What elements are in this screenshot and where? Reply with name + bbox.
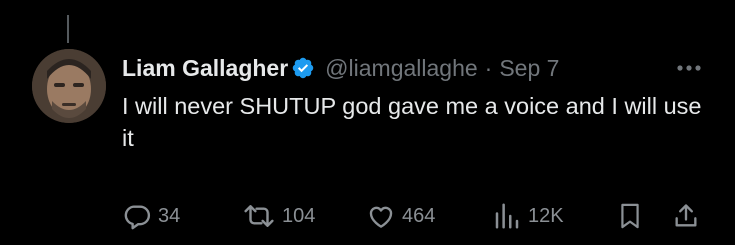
views-count: 12K (528, 204, 564, 227)
separator-dot: · (484, 55, 493, 81)
bookmark-icon (616, 201, 644, 231)
reply-icon (122, 201, 152, 231)
tweet[interactable]: Liam Gallagher @liamgallaghe · Sep 7 I w… (0, 0, 735, 245)
thread-connector-line (67, 15, 69, 43)
avatar[interactable] (32, 49, 106, 123)
tweet-date[interactable]: Sep 7 (499, 52, 559, 84)
repost-icon (242, 201, 276, 231)
verified-badge-icon (291, 56, 315, 80)
repost-button[interactable]: 104 (242, 198, 315, 234)
views-icon (492, 201, 522, 231)
like-button[interactable]: 464 (366, 198, 435, 234)
share-button[interactable] (672, 198, 700, 234)
share-icon (672, 201, 700, 231)
action-bar: 34 104 464 12K (122, 198, 707, 234)
like-count: 464 (402, 204, 436, 227)
author-name[interactable]: Liam Gallagher (122, 52, 288, 84)
avatar-image (32, 49, 106, 123)
views-button[interactable]: 12K (492, 198, 564, 234)
bookmark-button[interactable] (616, 198, 644, 234)
reply-button[interactable]: 34 (122, 198, 180, 234)
reply-count: 34 (158, 204, 181, 227)
tweet-text: I will never SHUTUP god gave me a voice … (122, 93, 702, 151)
more-icon[interactable] (676, 52, 702, 84)
repost-count: 104 (282, 204, 316, 227)
heart-icon (366, 201, 396, 231)
author-handle[interactable]: @liamgallaghe (325, 52, 478, 84)
